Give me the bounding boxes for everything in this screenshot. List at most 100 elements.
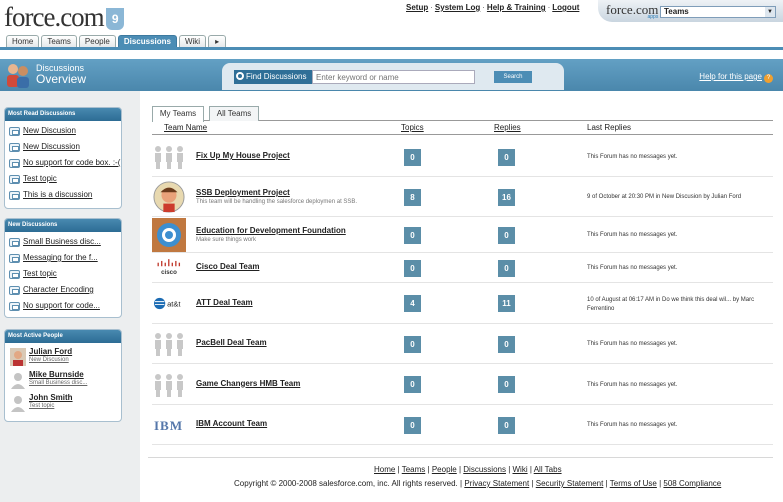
tab-my-teams[interactable]: My Teams [152, 106, 204, 122]
team-name-link[interactable]: SSB Deployment Project [196, 188, 290, 197]
cup-logo-icon: 9 [105, 8, 124, 30]
person-item[interactable]: John Smith Test topic [5, 392, 121, 415]
discussion-icon [9, 254, 20, 263]
list-item[interactable]: This is a discussion [5, 187, 121, 203]
table-row: cisco Cisco Deal Team 0 0 This Forum has no … [152, 253, 773, 283]
footer-discussions-link[interactable]: Discussions [463, 465, 506, 474]
top-links: Setup · System Log · Help & Training · Logout [406, 3, 580, 12]
team-description: This team will be handling the salesforc… [196, 199, 358, 205]
people-icon [7, 64, 29, 88]
person-item[interactable]: Julian Ford New Discusion [5, 346, 121, 369]
foundation-logo-icon[interactable] [152, 218, 186, 252]
privacy-link[interactable]: Privacy Statement [464, 479, 529, 488]
team-name-link[interactable]: Cisco Deal Team [196, 262, 259, 271]
chevron-down-icon: ▼ [765, 7, 775, 17]
most-read-panel: Most Read Discussions New Discusion New … [4, 107, 122, 209]
panel-title: Most Read Discussions [5, 108, 121, 121]
person-item[interactable]: Mike Burnside Small Business disc... [5, 369, 121, 392]
table-row: Game Changers HMB Team 0 0 This Forum has n… [152, 364, 773, 405]
panel-title: New Discussions [5, 219, 121, 232]
team-description: Make sure things work [196, 237, 257, 243]
help-link[interactable]: Help for this page? [699, 72, 773, 83]
topics-count-badge: 0 [404, 259, 421, 277]
system-log-link[interactable]: System Log [435, 3, 480, 12]
people-placeholder-icon[interactable] [152, 370, 186, 400]
col-replies[interactable]: Replies [494, 123, 521, 132]
col-team-name[interactable]: Team Name [164, 123, 207, 132]
list-item[interactable]: New Discusion [5, 123, 121, 139]
svg-text:cisco: cisco [161, 269, 177, 276]
footer-people-link[interactable]: People [432, 465, 457, 474]
footer-wiki-link[interactable]: Wiki [513, 465, 528, 474]
topics-count-badge: 4 [404, 295, 421, 312]
page-title: Overview [36, 72, 87, 86]
list-item[interactable]: Small Business disc... [5, 234, 121, 250]
list-item[interactable]: Character Encoding [5, 282, 121, 298]
last-reply-text: 10 of August at 06:17 AM in Do we think … [587, 296, 755, 312]
find-discussions-label: Find Discussions [234, 70, 312, 84]
person-placeholder-icon [11, 373, 25, 389]
table-header: Team Name Topics Replies Last Replies [152, 122, 773, 135]
discussion-icon [9, 191, 20, 200]
terms-link[interactable]: Terms of Use [610, 479, 657, 488]
last-reply-text: This Forum has no messages yet. [587, 265, 678, 271]
topics-count-badge: 0 [404, 335, 421, 353]
list-item[interactable]: Messaging for the f... [5, 250, 121, 266]
setup-link[interactable]: Setup [406, 3, 428, 12]
col-topics[interactable]: Topics [401, 123, 424, 132]
col-last-replies: Last Replies [587, 123, 632, 132]
footer-home-link[interactable]: Home [374, 465, 395, 474]
last-reply-text: This Forum has no messages yet. [587, 232, 678, 238]
search-button[interactable]: Search [494, 71, 532, 83]
list-item[interactable]: New Discussion [5, 139, 121, 155]
replies-count-badge: 0 [498, 148, 515, 166]
force-logo[interactable]: force.com 9 [4, 2, 124, 33]
last-reply-text: This Forum has no messages yet. [587, 381, 678, 388]
discussion-icon [9, 175, 20, 184]
compliance-link[interactable]: 508 Compliance [663, 479, 721, 488]
table-row: SSB Deployment Project This team will be … [152, 177, 773, 217]
team-name-link[interactable]: ATT Deal Team [196, 298, 253, 307]
logout-link[interactable]: Logout [552, 3, 579, 12]
topics-count-badge: 8 [404, 188, 421, 206]
footer-teams-link[interactable]: Teams [402, 465, 426, 474]
list-item[interactable]: Test topic [5, 171, 121, 187]
discussion-icon [9, 238, 20, 247]
cartoon-avatar-icon[interactable] [152, 181, 186, 213]
list-item[interactable]: Test topic [5, 266, 121, 282]
replies-count-badge: 11 [498, 295, 515, 312]
team-name-link[interactable]: Education for Development Foundation [196, 226, 346, 235]
ibm-logo-icon[interactable]: IBM [152, 410, 186, 440]
team-name-link[interactable]: Fix Up My House Project [196, 151, 290, 160]
help-icon: ? [764, 74, 773, 83]
topics-count-badge: 0 [404, 376, 421, 393]
list-item[interactable]: No support for code... [5, 298, 121, 314]
table-row: Education for Development Foundation Make… [152, 217, 773, 253]
team-name-link[interactable]: IBM Account Team [196, 419, 267, 428]
discussion-icon [9, 159, 20, 168]
list-item[interactable]: No support for code box. :-( [5, 155, 121, 171]
last-reply-text: This Forum has no messages yet. [587, 422, 678, 428]
att-logo-icon[interactable]: at&t [152, 289, 186, 319]
people-placeholder-icon[interactable] [152, 142, 186, 172]
discussion-icon [9, 270, 20, 279]
table-row: Fix Up My House Project 0 0 This Forum has … [152, 137, 773, 177]
search-input[interactable] [312, 70, 475, 84]
discussion-icon [9, 127, 20, 136]
new-discussions-panel: New Discussions Small Business disc... M… [4, 218, 122, 318]
people-placeholder-icon[interactable] [152, 329, 186, 359]
search-box: Find Discussions Search [222, 63, 564, 90]
last-reply-text: 9 of October at 20:30 PM in New Discusio… [587, 194, 742, 200]
table-row: IBM IBM Account Team 0 0 This Forum has no m… [152, 405, 773, 445]
security-link[interactable]: Security Statement [536, 479, 604, 488]
team-name-link[interactable]: PacBell Deal Team [196, 338, 267, 347]
footer-links: Home | Teams | People | Discussions | Wi… [374, 465, 562, 474]
footer-all-tabs-link[interactable]: All Tabs [534, 465, 562, 474]
app-select[interactable]: Teams ▼ [660, 6, 776, 18]
cisco-logo-icon[interactable]: cisco [152, 253, 186, 283]
tab-all-teams[interactable]: All Teams [209, 106, 259, 121]
help-training-link[interactable]: Help & Training [487, 3, 546, 12]
team-name-link[interactable]: Game Changers HMB Team [196, 379, 300, 388]
search-icon [236, 72, 244, 80]
replies-count-badge: 16 [498, 188, 515, 206]
